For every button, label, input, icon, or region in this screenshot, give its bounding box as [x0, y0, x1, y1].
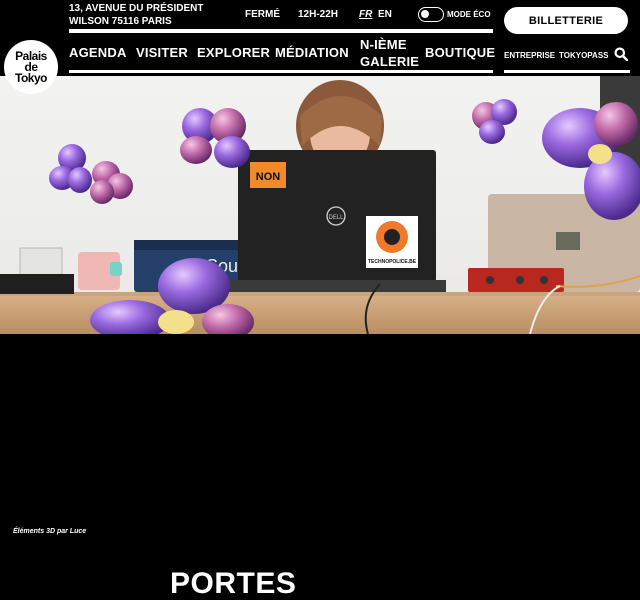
address-text: 13, AVENUE DU PRÉSIDENT WILSON 75116 PAR… [69, 3, 204, 27]
nav-divider-top [69, 29, 493, 33]
dell-laptop: DELL NON TECHNOPOLICE.BE [226, 150, 446, 292]
palais-de-tokyo-logo[interactable]: Palais de Tokyo [4, 40, 58, 94]
nav-divider-bottom [69, 70, 493, 73]
sticker-technopolice-text: TECHNOPOLICE.BE [368, 259, 417, 265]
nav-explorer[interactable]: EXPLORER [197, 45, 270, 60]
balloon-flower-4 [472, 99, 517, 144]
left-device [0, 274, 74, 294]
ticket-button[interactable]: BILLETTERIE [504, 7, 628, 34]
lang-fr-link[interactable]: FR [359, 9, 372, 20]
pink-mug [78, 252, 122, 290]
eco-mode-toggle[interactable] [418, 7, 444, 22]
opening-status: FERMÉ [245, 9, 280, 20]
balloon-flower-3 [180, 108, 250, 168]
opening-hours: 12H-22H [298, 9, 339, 20]
balloon-flower-2 [90, 161, 133, 204]
logo-line-3: Tokyo [15, 70, 47, 85]
desk-edge [0, 292, 640, 296]
section-title: PORTES [170, 567, 297, 600]
hero-image: Soundcraft DELL NON TECHNOPOLICE.BE [0, 76, 640, 334]
nav-visiter[interactable]: VISITER [136, 45, 188, 60]
subnav-divider [504, 70, 630, 73]
subnav-entreprise[interactable]: ENTREPRISE [504, 51, 555, 60]
search-icon[interactable] [614, 47, 628, 61]
balloon-flower-1 [49, 144, 92, 193]
lang-en-link[interactable]: EN [378, 9, 392, 20]
image-credit: Éléments 3D par Luce [13, 528, 87, 535]
toggle-knob [421, 10, 429, 18]
sticker-non-text: NON [256, 171, 281, 183]
site-header: 13, AVENUE DU PRÉSIDENT WILSON 75116 PAR… [0, 0, 640, 76]
subnav-tokyopass[interactable]: TOKYOPASS [559, 51, 609, 60]
nav-boutique[interactable]: BOUTIQUE [425, 45, 495, 60]
eco-mode-label: MODE ÉCO [447, 10, 491, 19]
hero-scene: Soundcraft DELL NON TECHNOPOLICE.BE [0, 76, 640, 334]
dell-logo: DELL [328, 215, 344, 221]
nav-agenda[interactable]: AGENDA [69, 45, 127, 60]
nav-nieme-galerie[interactable]: N-IÈME GALERIE [360, 36, 420, 70]
nav-mediation[interactable]: MÉDIATION [275, 45, 349, 60]
